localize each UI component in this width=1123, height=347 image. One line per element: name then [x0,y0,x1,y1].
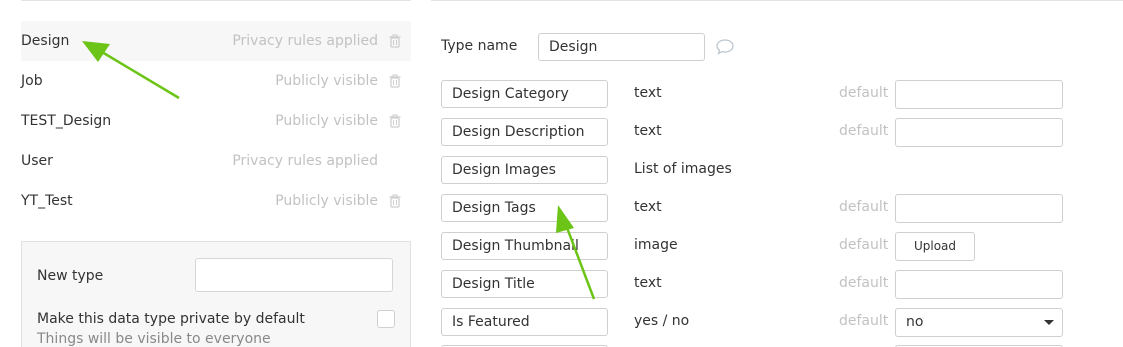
trash-icon[interactable] [388,114,402,128]
app-root: Design Privacy rules applied Job Publicl… [0,0,1123,347]
caret-down-icon [1044,320,1054,325]
comment-icon[interactable] [714,38,736,56]
default-select-value: no [906,314,924,330]
type-row-design[interactable]: Design Privacy rules applied [21,21,411,61]
field-default-label: default [839,199,889,215]
field-default-label: default [839,275,889,291]
type-name: TEST_Design [21,113,112,129]
field-type: text [634,123,662,139]
field-row-design-thumbnail: Design Thumbnail image default Upload [441,232,1123,262]
field-type: text [634,199,662,215]
field-row-is-featured: Is Featured yes / no default no [441,308,1123,338]
type-privacy-status: Publicly visible [275,73,378,89]
upload-button[interactable]: Upload [895,232,975,261]
field-name-input[interactable]: Design Tags [441,194,608,222]
field-default-input[interactable] [895,270,1063,299]
type-privacy-status: Privacy rules applied [232,33,378,49]
field-row-design-title: Design Title text default [441,270,1123,300]
field-name-input[interactable]: Design Description [441,118,608,146]
field-default-label: default [839,123,889,139]
type-row-job[interactable]: Job Publicly visible [21,61,411,101]
type-name: YT_Test [21,193,73,209]
type-name-input[interactable]: Design [538,33,705,61]
type-privacy-status: Privacy rules applied [232,153,378,169]
field-type: text [634,275,662,291]
field-name-input[interactable]: Design Category [441,80,608,108]
divider-right [431,0,1123,1]
field-row-design-category: Design Category text default [441,80,1123,110]
type-row-yt-test[interactable]: YT_Test Publicly visible [21,181,411,221]
field-row-design-images: Design Images List of images [441,156,1123,186]
type-privacy-status: Publicly visible [275,193,378,209]
field-row-design-tags: Design Tags text default [441,194,1123,224]
trash-icon[interactable] [388,74,402,88]
type-name: Job [21,73,43,89]
field-default-label: default [839,85,889,101]
type-name: Design [21,33,70,49]
type-row-test-design[interactable]: TEST_Design Publicly visible [21,101,411,141]
field-default-label: default [839,313,889,329]
divider-left [21,0,411,1]
type-name: User [21,153,53,169]
new-type-label: New type [37,268,104,284]
private-by-default-checkbox[interactable] [377,310,395,328]
data-type-list: Design Privacy rules applied Job Publicl… [21,21,411,221]
private-by-default-hint: Things will be visible to everyone [37,331,271,347]
type-row-user[interactable]: User Privacy rules applied [21,141,411,181]
field-name-input[interactable]: Design Thumbnail [441,232,608,260]
field-default-label: default [839,237,889,253]
new-type-panel: New type Make this data type private by … [21,241,411,347]
field-row-design-description: Design Description text default [441,118,1123,148]
trash-icon[interactable] [388,34,402,48]
type-privacy-status: Publicly visible [275,113,378,129]
field-name-input[interactable]: Design Title [441,270,608,298]
private-by-default-label: Make this data type private by default [37,311,305,327]
field-type: image [634,237,678,253]
field-name-input[interactable]: Is Featured [441,308,608,336]
default-select[interactable]: no [895,308,1063,337]
type-name-label: Type name [441,38,518,54]
field-type: text [634,85,662,101]
field-name-input[interactable]: Design Images [441,156,608,184]
field-type: List of images [634,161,732,177]
field-default-input[interactable] [895,80,1063,109]
field-default-input[interactable] [895,118,1063,147]
trash-icon[interactable] [388,194,402,208]
field-default-input[interactable] [895,194,1063,223]
new-type-input[interactable] [195,258,393,292]
field-type: yes / no [634,313,690,329]
